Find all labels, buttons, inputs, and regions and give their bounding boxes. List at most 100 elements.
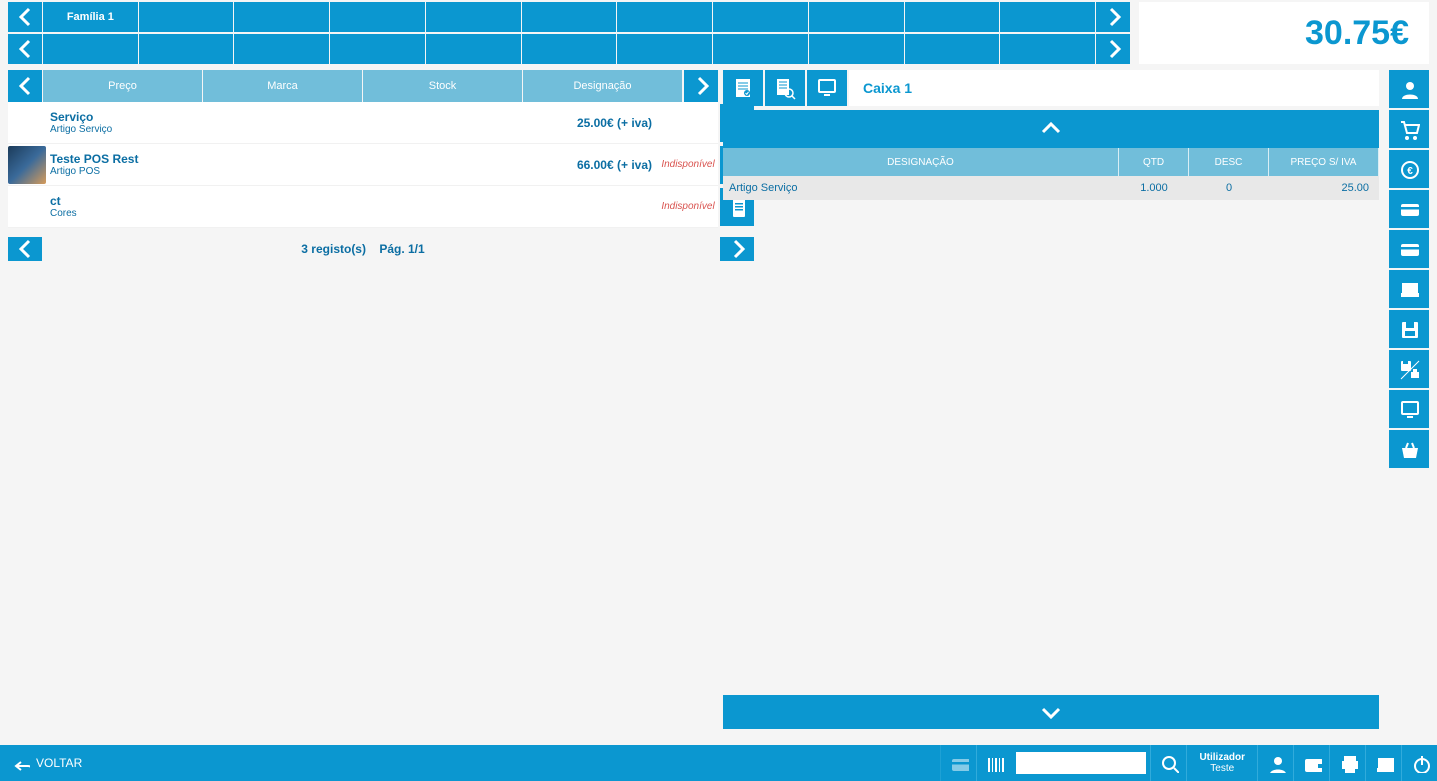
category-cell[interactable] — [426, 34, 521, 64]
category-cell[interactable] — [522, 2, 617, 32]
receipt-search-button[interactable] — [765, 70, 805, 106]
product-price: 66.00€ (+ iva) — [548, 158, 658, 172]
product-price: 25.00€ (+ iva) — [548, 116, 658, 130]
cat1-prev-button[interactable] — [8, 2, 42, 32]
cart-column-headers: DESIGNAÇÃO QTD DESC PREÇO S/ IVA — [723, 148, 1379, 176]
register-button[interactable] — [1389, 270, 1429, 308]
product-pane: PreçoMarcaStockDesignação Serviço Artigo… — [8, 70, 718, 270]
undo-icon — [12, 754, 30, 772]
cart-head-desc: DESC — [1189, 148, 1269, 176]
category-cell[interactable] — [234, 2, 329, 32]
cat1-next-button[interactable] — [1096, 2, 1130, 32]
receipt-check-button[interactable] — [723, 70, 763, 106]
column-header[interactable]: Stock — [363, 70, 522, 102]
footer-print-button[interactable] — [1329, 745, 1365, 781]
cart-header: Caixa 1 — [723, 70, 1379, 106]
product-row[interactable]: Teste POS Rest Artigo POS 66.00€ (+ iva)… — [8, 144, 718, 186]
cart-head-qty: QTD — [1119, 148, 1189, 176]
barcode-input[interactable] — [1016, 752, 1146, 774]
column-header[interactable]: Preço — [43, 70, 202, 102]
columns-prev-button[interactable] — [8, 70, 42, 102]
cart-row[interactable]: Artigo Serviço 1.000 0 25.00 — [723, 176, 1379, 200]
cat2-prev-button[interactable] — [8, 34, 42, 64]
category-cell[interactable] — [905, 2, 1000, 32]
search-button[interactable] — [1150, 745, 1186, 781]
product-status: Indisponível — [658, 201, 718, 212]
card1-button[interactable] — [1389, 190, 1429, 228]
category-cell[interactable] — [1000, 34, 1095, 64]
category-cell[interactable] — [426, 2, 521, 32]
category-row-2 — [8, 34, 1130, 64]
footer-register-button[interactable] — [1365, 745, 1401, 781]
footer-user-button[interactable] — [1257, 745, 1293, 781]
user-box[interactable]: Utilizador Teste — [1186, 745, 1257, 781]
column-header[interactable]: Designação — [523, 70, 682, 102]
pagination-text: 3 registo(s) Pág. 1/1 — [8, 242, 718, 256]
product-info: ct Cores — [50, 194, 548, 219]
category-cell[interactable] — [905, 34, 1000, 64]
product-status: Indisponível — [658, 159, 718, 170]
product-thumb — [8, 146, 46, 184]
card2-button[interactable] — [1389, 230, 1429, 268]
cash-button[interactable] — [1389, 150, 1429, 188]
category-cell[interactable] — [617, 2, 712, 32]
save-button[interactable] — [1389, 310, 1429, 348]
category-cell[interactable] — [139, 34, 234, 64]
category-cell[interactable] — [234, 34, 329, 64]
columns-next-button[interactable] — [684, 70, 718, 102]
footer-wallet-button[interactable] — [1293, 745, 1329, 781]
total-display: 30.75€ — [1139, 2, 1429, 64]
product-row[interactable]: Serviço Artigo Serviço 25.00€ (+ iva) — [8, 102, 718, 144]
main-area: PreçoMarcaStockDesignação Serviço Artigo… — [8, 70, 1429, 741]
category-cell[interactable] — [809, 2, 904, 32]
user-name: Teste — [1210, 763, 1234, 774]
cart-rows: Artigo Serviço 1.000 0 25.00 — [723, 176, 1379, 200]
category-cell[interactable] — [617, 34, 712, 64]
category-row-1: Família 1 — [8, 2, 1130, 32]
terminal-header-button[interactable] — [807, 70, 847, 106]
category-cell[interactable] — [713, 2, 808, 32]
product-row[interactable]: ct Cores Indisponível — [8, 186, 718, 228]
terminal-button[interactable] — [1389, 390, 1429, 428]
product-info: Teste POS Rest Artigo POS — [50, 152, 548, 177]
power-button[interactable] — [1401, 745, 1437, 781]
cart-button[interactable] — [1389, 110, 1429, 148]
basket-button[interactable] — [1389, 430, 1429, 468]
column-header[interactable]: Marca — [203, 70, 362, 102]
category-cell[interactable] — [330, 2, 425, 32]
cart-pane: Caixa 1 DESIGNAÇÃO QTD DESC PREÇO S/ IVA… — [723, 70, 1379, 200]
category-cell[interactable] — [139, 2, 234, 32]
category-cell[interactable] — [330, 34, 425, 64]
barcode-icon — [976, 745, 1012, 781]
product-info: Serviço Artigo Serviço — [50, 110, 548, 135]
category-cell[interactable] — [522, 34, 617, 64]
category-cell[interactable] — [1000, 2, 1095, 32]
category-bars: Família 1 — [0, 0, 1130, 64]
category-cell[interactable] — [809, 34, 904, 64]
page-prev-button[interactable] — [8, 237, 42, 261]
cart-item-desc: 0 — [1189, 182, 1269, 194]
user-button[interactable] — [1389, 70, 1429, 108]
cart-item-qty: 1.000 — [1119, 182, 1189, 194]
cat2-next-button[interactable] — [1096, 34, 1130, 64]
register-title: Caixa 1 — [849, 70, 1379, 106]
cart-head-price: PREÇO S/ IVA — [1269, 148, 1379, 176]
product-name: Teste POS Rest — [50, 152, 548, 166]
back-label: VOLTAR — [36, 756, 82, 770]
side-toolbar — [1389, 70, 1429, 468]
cart-collapse-button[interactable] — [723, 110, 1379, 148]
card-footer-button[interactable] — [940, 745, 976, 781]
product-sub: Artigo Serviço — [50, 124, 548, 135]
category-cell[interactable]: Família 1 — [43, 2, 138, 32]
cart-expand-button[interactable] — [723, 695, 1379, 729]
product-thumb — [8, 104, 46, 142]
page-next-button[interactable] — [720, 237, 754, 261]
product-list: Serviço Artigo Serviço 25.00€ (+ iva) Te… — [8, 102, 718, 228]
list-footer: 3 registo(s) Pág. 1/1 — [8, 228, 718, 270]
product-sub: Cores — [50, 208, 548, 219]
page-indicator: Pág. 1/1 — [379, 242, 424, 256]
back-button[interactable]: VOLTAR — [0, 745, 94, 781]
save-print-button[interactable] — [1389, 350, 1429, 388]
category-cell[interactable] — [43, 34, 138, 64]
category-cell[interactable] — [713, 34, 808, 64]
